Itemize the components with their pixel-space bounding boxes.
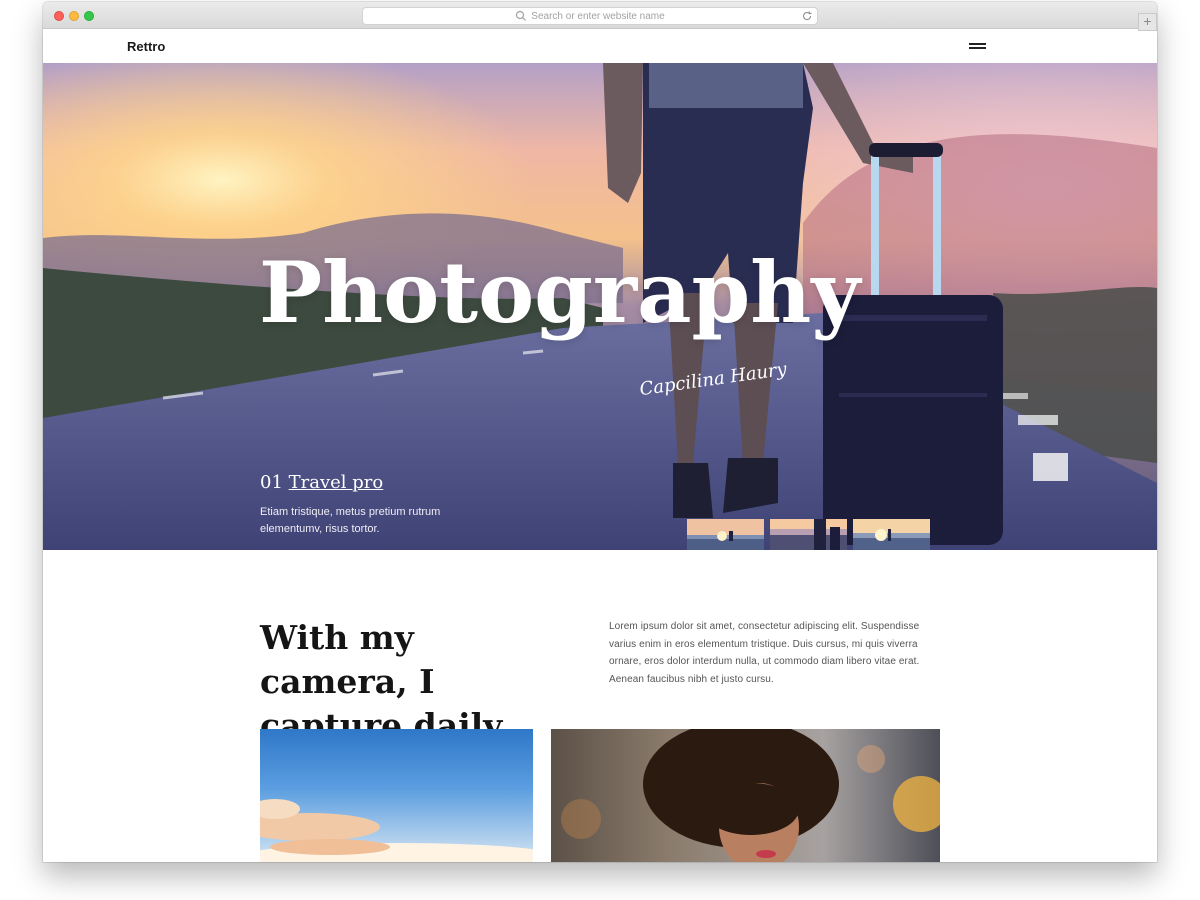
- browser-titlebar: Search or enter website name: [43, 2, 1157, 29]
- slide-thumbnails: [687, 519, 930, 550]
- slide-title-link[interactable]: Travel pro: [289, 472, 384, 493]
- thumbnail-1-image: [687, 519, 764, 550]
- hero-title: Photography: [259, 243, 861, 342]
- address-bar[interactable]: Search or enter website name: [362, 7, 818, 25]
- menu-icon[interactable]: [969, 41, 986, 50]
- slide-heading: 01 Travel pro: [260, 472, 383, 493]
- intro-section: With my camera, I capture daily life Lor…: [43, 550, 1157, 862]
- close-window-button[interactable]: [54, 11, 64, 21]
- slide-thumbnail-3[interactable]: [853, 519, 930, 550]
- reload-icon[interactable]: [801, 10, 813, 22]
- sky-photo-image: [260, 729, 533, 862]
- portrait-photo[interactable]: [551, 729, 940, 862]
- thumbnail-2-image: [770, 519, 847, 550]
- maximize-window-button[interactable]: [84, 11, 94, 21]
- portrait-photo-image: [551, 729, 940, 862]
- site-header: Rettro: [43, 29, 1157, 63]
- slide-number: 01: [260, 472, 283, 493]
- address-placeholder: Search or enter website name: [531, 10, 665, 22]
- hero-slider: Photography Capcilina Haury 01 Travel pr…: [43, 63, 1157, 550]
- minimize-window-button[interactable]: [69, 11, 79, 21]
- intro-text: Lorem ipsum dolor sit amet, consectetur …: [609, 621, 920, 685]
- sky-photo[interactable]: [260, 729, 533, 862]
- site-logo[interactable]: Rettro: [127, 39, 165, 54]
- browser-window: Search or enter website name Rettro Phot…: [43, 2, 1157, 862]
- plus-icon[interactable]: +: [1138, 13, 1157, 31]
- slide-thumbnail-2[interactable]: [770, 519, 847, 550]
- slide-description: Etiam tristique, metus pretium rutrum el…: [260, 506, 441, 535]
- search-icon: [516, 10, 527, 21]
- slide-thumbnail-1[interactable]: [687, 519, 764, 550]
- thumbnail-3-image: [853, 519, 930, 550]
